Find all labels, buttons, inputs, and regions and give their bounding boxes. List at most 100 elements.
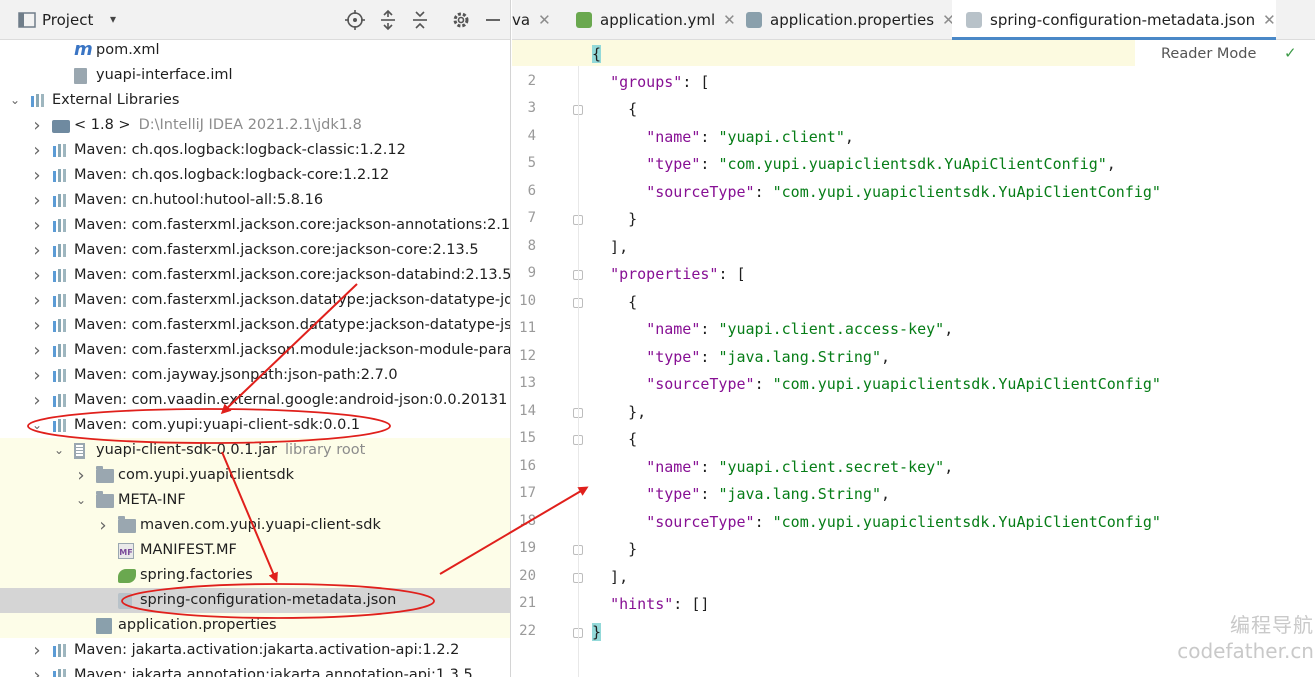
- chevron-right-icon[interactable]: ›: [30, 138, 44, 163]
- tree-row[interactable]: spring.factories: [0, 563, 510, 588]
- reader-mode-toggle[interactable]: Reader Mode: [1161, 46, 1256, 62]
- tree-row-label: Maven: com.fasterxml.jackson.datatype:ja…: [74, 317, 511, 333]
- close-icon[interactable]: ✕: [1263, 11, 1276, 29]
- tree-row[interactable]: › Maven: com.vaadin.external.google:andro…: [0, 388, 510, 413]
- expand-all-icon[interactable]: [377, 9, 399, 31]
- gear-icon[interactable]: [450, 9, 472, 31]
- tree-row[interactable]: › < 1.8 > D:\IntelliJ IDEA 2021.2.1\jdk1.8: [0, 113, 510, 138]
- tree-row[interactable]: › Maven: com.fasterxml.jackson.core:jacks…: [0, 213, 510, 238]
- collapse-all-icon[interactable]: [409, 9, 431, 31]
- chevron-right-icon[interactable]: ›: [30, 213, 44, 238]
- json-punct: [592, 320, 646, 338]
- json-string: "java.lang.String": [718, 485, 881, 503]
- tree-row[interactable]: › maven.com.yupi.yuapi-client-sdk: [0, 513, 510, 538]
- tree-row-label: maven.com.yupi.yuapi-client-sdk: [140, 517, 381, 533]
- json-punct: ,: [881, 485, 891, 503]
- tree-row[interactable]: › Maven: com.fasterxml.jackson.datatype:j…: [0, 288, 510, 313]
- tree-row[interactable]: › Maven: com.fasterxml.jackson.datatype:j…: [0, 313, 511, 338]
- json-punct: :: [700, 347, 719, 366]
- chevron-right-icon[interactable]: ›: [96, 513, 110, 538]
- code-line: "name": "yuapi.client.secret-key",: [592, 458, 953, 476]
- code-line: "type": "java.lang.String",: [592, 348, 890, 366]
- chevron-right-icon[interactable]: ›: [30, 363, 44, 388]
- tree-row[interactable]: yuapi-interface.iml: [0, 63, 510, 88]
- crosshair-icon[interactable]: [344, 9, 366, 31]
- chevron-down-icon[interactable]: ⌄: [30, 413, 44, 438]
- chevron-right-icon[interactable]: ›: [30, 238, 44, 263]
- tab-application-properties[interactable]: application.properties ✕: [732, 0, 955, 40]
- chevron-right-icon[interactable]: ›: [30, 163, 44, 188]
- tree-row[interactable]: › Maven: com.fasterxml.jackson.module:jac…: [0, 338, 510, 363]
- tab-va[interactable]: va ✕: [512, 0, 551, 40]
- tree-row[interactable]: ⌄ External Libraries: [0, 88, 510, 113]
- tree-row[interactable]: › Maven: cn.hutool:hutool-all:5.8.16: [0, 188, 510, 213]
- chevron-right-icon[interactable]: ›: [30, 313, 44, 338]
- json-punct: [592, 265, 610, 283]
- tree-row[interactable]: › Maven: com.fasterxml.jackson.core:jacks…: [0, 238, 510, 263]
- chevron-right-icon[interactable]: ›: [30, 288, 44, 313]
- tree-row[interactable]: › Maven: ch.qos.logback:logback-core:1.2.…: [0, 163, 510, 188]
- chevron-right-icon[interactable]: ›: [74, 463, 88, 488]
- tree-row[interactable]: m pom.xml: [0, 38, 510, 63]
- tree-row[interactable]: › com.yupi.yuapiclientsdk: [0, 463, 510, 488]
- tab-application-yml[interactable]: application.yml ✕: [562, 0, 736, 40]
- chevron-right-icon[interactable]: ›: [30, 388, 44, 413]
- chevron-right-icon[interactable]: ›: [30, 263, 44, 288]
- watermark-line2: codefather.cn: [1177, 639, 1314, 663]
- maven-icon: m: [74, 39, 93, 60]
- tree-row[interactable]: MF MANIFEST.MF: [0, 538, 510, 563]
- chevron-right-icon[interactable]: ›: [30, 113, 44, 138]
- chevron-down-icon[interactable]: ⌄: [52, 438, 66, 463]
- json-key: "type": [646, 347, 701, 366]
- tree-row[interactable]: › Maven: ch.qos.logback:logback-classic:1…: [0, 138, 510, 163]
- tree-row[interactable]: ⌄ META-INF: [0, 488, 510, 513]
- project-panel-header: Project ▾: [0, 0, 510, 40]
- chevron-right-icon[interactable]: ›: [30, 638, 44, 663]
- tree-row-label: Maven: com.yupi:yuapi-client-sdk:0.0.1: [74, 417, 361, 433]
- tree-row-label: Maven: jakarta.activation:jakarta.activa…: [74, 642, 460, 658]
- tree-row-text: yuapi-client-sdk-0.0.1.jar library root: [96, 438, 365, 463]
- tree-row[interactable]: › Maven: com.jayway.jsonpath:json-path:2.…: [0, 363, 510, 388]
- json-punct: :: [754, 182, 773, 201]
- tree-row-label: Maven: com.fasterxml.jackson.core:jackso…: [74, 242, 479, 258]
- tree-row[interactable]: ⌄ yuapi-client-sdk-0.0.1.jar library root: [0, 438, 510, 463]
- json-key: "properties": [610, 265, 719, 283]
- chevron-right-icon[interactable]: ›: [30, 338, 44, 363]
- json-punct: :: [754, 375, 773, 393]
- tree-row[interactable]: › Maven: jakarta.activation:jakarta.activ…: [0, 638, 510, 663]
- json-punct: ,: [881, 347, 891, 366]
- folder-icon: [96, 491, 114, 508]
- code-line: {: [592, 45, 602, 63]
- tab-label: spring-configuration-metadata.json: [990, 11, 1256, 29]
- chevron-down-icon[interactable]: ⌄: [8, 88, 22, 113]
- tab-spring-configuration-metadata-json[interactable]: spring-configuration-metadata.json ✕: [952, 0, 1276, 40]
- tree-row[interactable]: ⌄ Maven: com.yupi:yuapi-client-sdk:0.0.1: [0, 413, 510, 438]
- inspection-ok-icon[interactable]: ✓: [1284, 44, 1297, 62]
- current-line-highlight: [512, 40, 1135, 66]
- code-area[interactable]: { "groups": [ { "name": "yuapi.client", …: [512, 40, 1315, 677]
- tree-row[interactable]: application.properties: [0, 613, 510, 638]
- json-file-icon: [118, 593, 132, 609]
- chevron-down-icon[interactable]: ▾: [110, 12, 116, 26]
- tree-row-label: Maven: com.vaadin.external.google:androi…: [74, 392, 508, 408]
- library-icon: [52, 243, 68, 259]
- json-key: "hints": [610, 595, 674, 613]
- chevron-right-icon[interactable]: ›: [30, 188, 44, 213]
- json-punct: {: [592, 292, 638, 311]
- minimize-icon[interactable]: [482, 9, 504, 31]
- tree-row[interactable]: › Maven: jakarta.annotation:jakarta.annot…: [0, 663, 510, 677]
- tree-row[interactable]: spring-configuration-metadata.json: [0, 588, 510, 613]
- library-icon: [52, 668, 68, 677]
- close-icon[interactable]: ✕: [538, 11, 551, 29]
- jdk-icon: [52, 120, 70, 133]
- panel-title[interactable]: Project: [42, 11, 93, 29]
- json-punct: : [: [718, 265, 746, 283]
- chevron-right-icon[interactable]: ›: [30, 663, 44, 677]
- jar-icon: [74, 443, 85, 459]
- code-line: "name": "yuapi.client",: [592, 128, 854, 146]
- tree-row-label: MANIFEST.MF: [140, 542, 237, 558]
- tree-row[interactable]: › Maven: com.fasterxml.jackson.core:jacks…: [0, 263, 510, 288]
- json-string: "com.yupi.yuapiclientsdk.YuApiClientConf…: [772, 182, 1161, 201]
- chevron-down-icon[interactable]: ⌄: [74, 488, 88, 513]
- tree-row-label: yuapi-client-sdk-0.0.1.jar: [96, 442, 277, 458]
